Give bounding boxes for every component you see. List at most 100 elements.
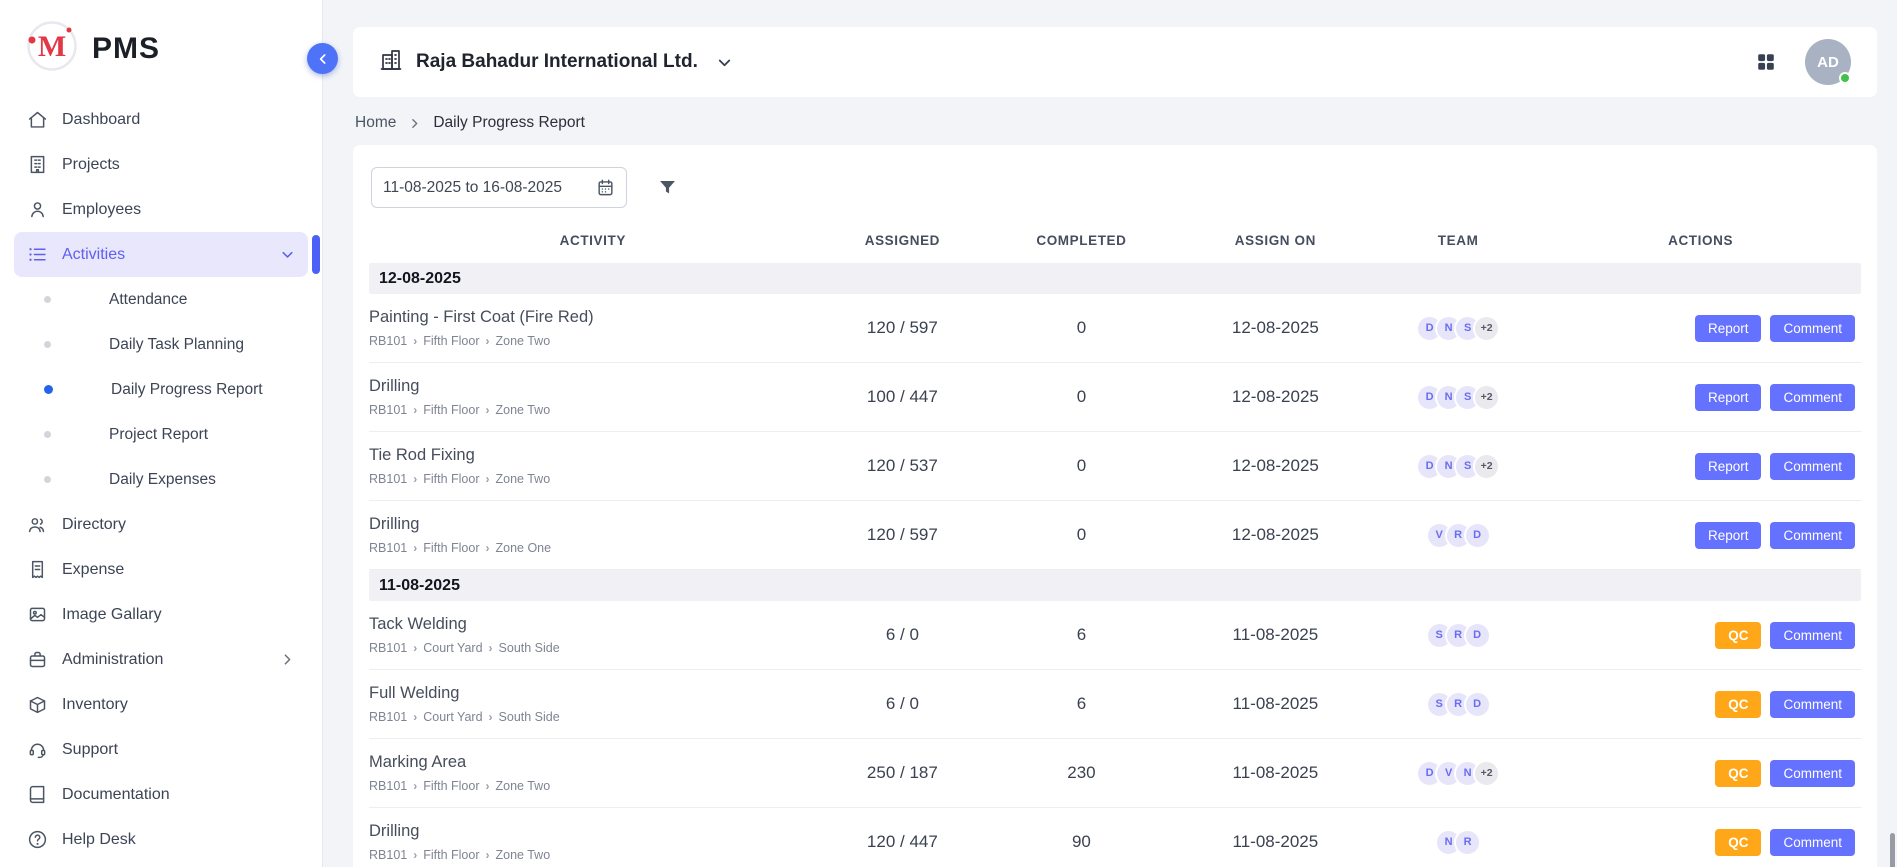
activity-name[interactable]: Tack Welding <box>369 615 817 634</box>
sidebar-item-documentation[interactable]: Documentation <box>14 772 308 817</box>
path-segment: South Side <box>499 710 560 724</box>
comment-button[interactable]: Comment <box>1770 453 1855 480</box>
qc-button[interactable]: QC <box>1715 691 1761 718</box>
comment-button[interactable]: Comment <box>1770 315 1855 342</box>
assign-on-value: 12-08-2025 <box>1175 387 1376 407</box>
report-button[interactable]: Report <box>1695 315 1762 342</box>
comment-button[interactable]: Comment <box>1770 691 1855 718</box>
sidebar-subitem-daily-progress-report[interactable]: Daily Progress Report <box>0 367 322 412</box>
sidebar-item-label: Administration <box>62 651 163 669</box>
assign-on-value: 11-08-2025 <box>1175 625 1376 645</box>
activity-path: RB101›Court Yard›South Side <box>369 641 817 655</box>
qc-button[interactable]: QC <box>1715 829 1761 856</box>
sidebar-item-help-desk[interactable]: Help Desk <box>14 817 308 862</box>
table-row: DrillingRB101›Fifth Floor›Zone One120 / … <box>369 501 1861 570</box>
sidebar-subitem-daily-task-planning[interactable]: Daily Task Planning <box>0 322 322 367</box>
table-header: ACTIVITYASSIGNEDCOMPLETEDASSIGN ONTEAMAC… <box>369 216 1861 263</box>
row-actions: Report Comment <box>1540 522 1861 549</box>
report-button[interactable]: Report <box>1695 453 1762 480</box>
chevron-right-icon: › <box>413 710 417 724</box>
team-avatar[interactable]: D <box>1464 691 1491 718</box>
qc-button[interactable]: QC <box>1715 622 1761 649</box>
sidebar-item-expense[interactable]: Expense <box>14 547 308 592</box>
activity-name[interactable]: Marking Area <box>369 753 817 772</box>
chevron-right-icon: › <box>413 848 417 862</box>
comment-button[interactable]: Comment <box>1770 384 1855 411</box>
sidebar-subitem-label: Daily Task Planning <box>109 336 244 354</box>
team-avatars: SRD <box>1376 622 1540 649</box>
app-logo[interactable]: M PMS <box>0 0 322 93</box>
bullet-dot-icon <box>44 385 53 394</box>
apps-grid-icon[interactable] <box>1755 51 1777 73</box>
report-button[interactable]: Report <box>1695 384 1762 411</box>
assign-on-value: 11-08-2025 <box>1175 763 1376 783</box>
table-row: Painting - First Coat (Fire Red)RB101›Fi… <box>369 294 1861 363</box>
comment-button[interactable]: Comment <box>1770 522 1855 549</box>
sidebar-item-inventory[interactable]: Inventory <box>14 682 308 727</box>
completed-value: 0 <box>988 318 1175 338</box>
helpdesk-icon <box>26 829 48 851</box>
sidebar-item-activities[interactable]: Activities <box>14 232 308 277</box>
chevron-right-icon: › <box>486 334 490 348</box>
activity-name[interactable]: Drilling <box>369 822 817 841</box>
sidebar-item-label: Inventory <box>62 696 128 714</box>
row-actions: Report Comment <box>1540 453 1861 480</box>
row-actions: Report Comment <box>1540 384 1861 411</box>
activity-name[interactable]: Tie Rod Fixing <box>369 446 817 465</box>
path-segment: Zone Two <box>496 848 551 862</box>
assign-on-value: 11-08-2025 <box>1175 832 1376 852</box>
qc-button[interactable]: QC <box>1715 760 1761 787</box>
completed-value: 6 <box>988 694 1175 714</box>
chevron-right-icon: › <box>489 710 493 724</box>
sidebar-item-image-gallary[interactable]: Image Gallary <box>14 592 308 637</box>
chevron-left-icon <box>315 51 331 67</box>
assign-on-value: 11-08-2025 <box>1175 694 1376 714</box>
team-more-badge[interactable]: +2 <box>1473 760 1500 787</box>
sidebar-item-employees[interactable]: Employees <box>14 187 308 232</box>
comment-button[interactable]: Comment <box>1770 760 1855 787</box>
page-scrollbar[interactable] <box>1890 833 1895 867</box>
team-more-badge[interactable]: +2 <box>1473 453 1500 480</box>
date-range-picker[interactable] <box>371 167 627 208</box>
activity-name[interactable]: Full Welding <box>369 684 817 703</box>
path-segment: RB101 <box>369 848 407 862</box>
activity-name[interactable]: Drilling <box>369 377 817 396</box>
sidebar-item-administration[interactable]: Administration <box>14 637 308 682</box>
team-avatar[interactable]: D <box>1464 522 1491 549</box>
report-button[interactable]: Report <box>1695 522 1762 549</box>
activity-name[interactable]: Painting - First Coat (Fire Red) <box>369 308 817 327</box>
completed-value: 0 <box>988 525 1175 545</box>
sidebar-item-directory[interactable]: Directory <box>14 502 308 547</box>
sidebar-subitem-attendance[interactable]: Attendance <box>0 277 322 322</box>
user-avatar[interactable]: AD <box>1805 39 1851 85</box>
expense-icon <box>26 559 48 581</box>
filter-icon[interactable] <box>657 177 678 198</box>
breadcrumb-home[interactable]: Home <box>355 114 396 132</box>
team-avatars: SRD <box>1376 691 1540 718</box>
sidebar-collapse-button[interactable] <box>307 43 338 74</box>
comment-button[interactable]: Comment <box>1770 829 1855 856</box>
team-avatar[interactable]: R <box>1454 829 1481 856</box>
sidebar-item-projects[interactable]: Projects <box>14 142 308 187</box>
row-actions: QC Comment <box>1540 622 1861 649</box>
sidebar-item-dashboard[interactable]: Dashboard <box>14 97 308 142</box>
table-row: DrillingRB101›Fifth Floor›Zone Two100 / … <box>369 363 1861 432</box>
company-selector[interactable]: Raja Bahadur International Ltd. <box>379 48 734 77</box>
sidebar-subitem-daily-expenses[interactable]: Daily Expenses <box>0 457 322 502</box>
date-range-input[interactable] <box>383 179 583 197</box>
row-actions: Report Comment <box>1540 315 1861 342</box>
table-row: Tie Rod FixingRB101›Fifth Floor›Zone Two… <box>369 432 1861 501</box>
row-actions: QC Comment <box>1540 829 1861 856</box>
activity-path: RB101›Fifth Floor›Zone One <box>369 541 817 555</box>
column-header-assigned: ASSIGNED <box>817 233 989 248</box>
table-row: Full WeldingRB101›Court Yard›South Side6… <box>369 670 1861 739</box>
team-more-badge[interactable]: +2 <box>1473 315 1500 342</box>
sidebar-item-label: Help Desk <box>62 831 136 849</box>
team-avatar[interactable]: D <box>1464 622 1491 649</box>
comment-button[interactable]: Comment <box>1770 622 1855 649</box>
sidebar-item-support[interactable]: Support <box>14 727 308 772</box>
activity-name[interactable]: Drilling <box>369 515 817 534</box>
sidebar-item-label: Employees <box>62 201 141 219</box>
sidebar-subitem-project-report[interactable]: Project Report <box>0 412 322 457</box>
team-more-badge[interactable]: +2 <box>1473 384 1500 411</box>
